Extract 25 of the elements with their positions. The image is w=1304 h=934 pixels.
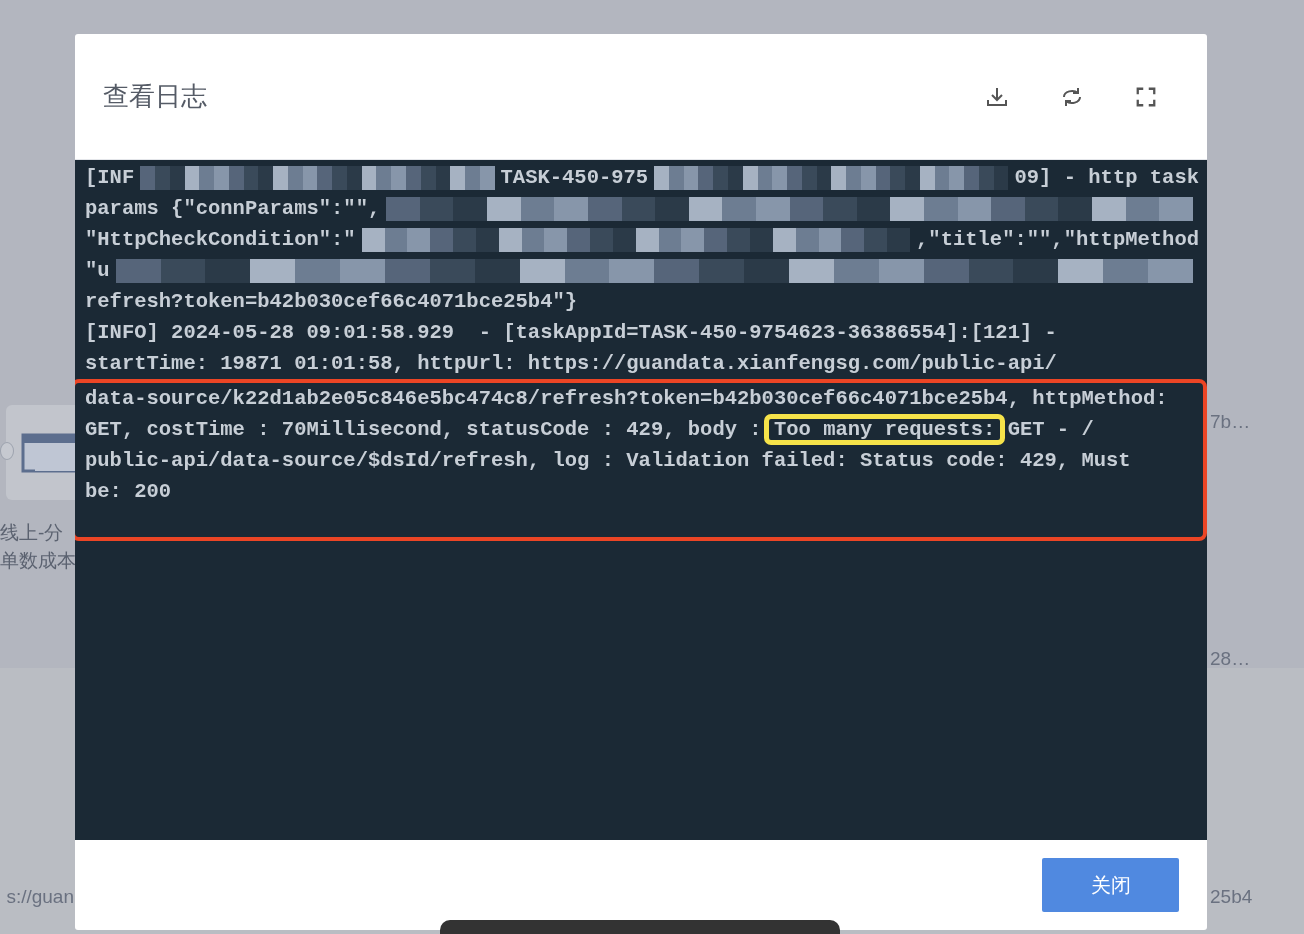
log-text: [INF	[85, 165, 135, 191]
log-text: "HttpCheckCondition":"	[85, 227, 356, 253]
close-button[interactable]: 关闭	[1042, 858, 1179, 912]
dialog-title: 查看日志	[103, 80, 207, 113]
table-cell: s://guan	[6, 886, 74, 908]
table-cell: 7b…	[1210, 411, 1251, 433]
log-text: 09] - http task	[1014, 165, 1199, 191]
log-text: refresh?token=b42b030cef66c4071bce25b4"}	[85, 289, 578, 315]
table-cell: 25b4	[1210, 886, 1253, 908]
node-label: 线上-分	[0, 521, 64, 545]
highlighted-text: Too many requests:	[763, 414, 1006, 445]
node-label: 单数成本	[0, 549, 76, 573]
log-text: ,"title":"","httpMethod	[916, 227, 1199, 253]
log-text: data-source/k22d1ab2e05c846e5bc474c8/refresh?token=b42b030cef66c4071bce25b4, httpMethod:	[85, 386, 1168, 412]
log-text: GET - /	[1006, 417, 1094, 443]
log-text: startTime: 19871 01:01:58, httpUrl: https://guandata.xianfengsg.com/public-api/	[85, 351, 1057, 377]
log-text: be: 200	[85, 479, 172, 505]
log-text: params {"connParams":"",	[85, 196, 381, 222]
log-text: public-api/data-source/$dsId/refresh, log : Validation failed: Status code: 429, Must	[85, 448, 1131, 474]
table-cell: 28…	[1210, 648, 1251, 670]
log-text: TASK-450-975	[500, 165, 649, 191]
log-text: "u	[85, 258, 110, 284]
log-text: [INFO] 2024-05-28 09:01:58.929 - [taskAppId=TASK-450-9754623-36386554]:[121] -	[85, 320, 1057, 346]
log-text: GET, costTime : 70Millisecond, statusCode : 429, body :	[85, 417, 763, 443]
fullscreen-icon[interactable]	[1135, 85, 1157, 108]
